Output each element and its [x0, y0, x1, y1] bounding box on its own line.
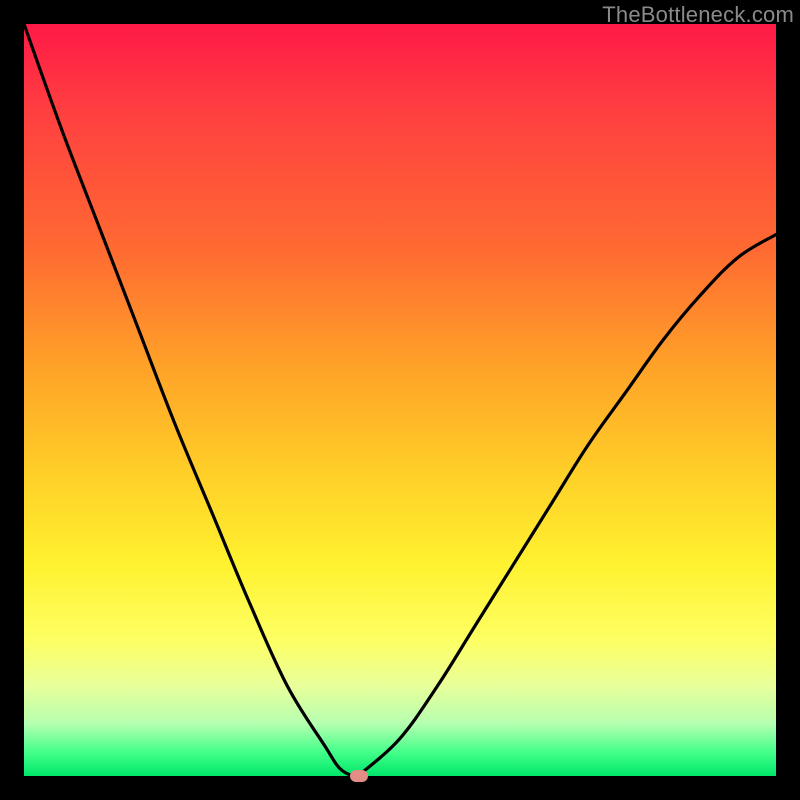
chart-frame: TheBottleneck.com [0, 0, 800, 800]
minimum-marker [350, 770, 368, 782]
watermark-text: TheBottleneck.com [602, 2, 794, 28]
plot-area [24, 24, 776, 776]
bottleneck-curve [24, 24, 776, 776]
